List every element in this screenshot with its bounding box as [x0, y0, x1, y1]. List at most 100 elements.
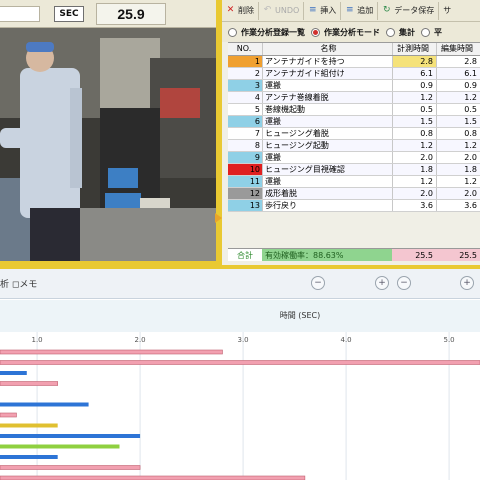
row-measured-time: 3.6	[392, 200, 436, 211]
total-measured-time: 25.5	[392, 248, 436, 261]
row-measured-time: 0.8	[392, 128, 436, 139]
table-row[interactable]: 1 アンテナガイドを持つ 2.8 2.8	[228, 56, 480, 68]
table-row[interactable]: 12 成形着脱 2.0 2.0	[228, 188, 480, 200]
timer-blank-field	[0, 6, 40, 22]
zoom-in-right-button[interactable]: +	[460, 276, 474, 290]
table-row[interactable]: 2 アンテナガイド組付け 6.1 6.1	[228, 68, 480, 80]
toolbar: ✕ 削除 ↶ UNDO ≡ 挿入 ≡ 追加 ↻ データ保存 サ	[222, 0, 480, 22]
total-label: 合計	[228, 248, 262, 261]
add-row-icon: ≡	[346, 5, 354, 15]
header-edited-time: 編集時間	[436, 43, 480, 55]
save-data-button[interactable]: ↻ データ保存	[378, 1, 440, 20]
table-header-row: NO. 名称 計測時間 編集時間	[228, 43, 480, 56]
row-name: ヒュージング起動	[262, 140, 392, 151]
header-name: 名称	[262, 43, 392, 55]
minus-icon: −	[314, 278, 322, 288]
bar[interactable]	[0, 381, 58, 386]
sec-unit-label: SEC	[54, 6, 84, 22]
radio-summary	[386, 27, 395, 37]
memo-toggle[interactable]: 析 ◻メモ	[0, 277, 37, 290]
bar[interactable]	[0, 434, 141, 438]
x-tick-label: 3.0	[238, 336, 249, 344]
undo-button-label: UNDO	[275, 6, 300, 15]
row-edited-time: 1.8	[436, 164, 480, 175]
row-edited-time: 0.9	[436, 80, 480, 91]
row-name: 運搬	[262, 152, 392, 163]
row-number: 13	[228, 200, 262, 211]
undo-button[interactable]: ↶ UNDO	[259, 1, 305, 20]
delete-button[interactable]: ✕ 削除	[222, 1, 259, 20]
bar[interactable]	[0, 402, 89, 407]
bar[interactable]	[0, 475, 306, 480]
bar[interactable]	[0, 423, 58, 428]
table-row[interactable]: 7 ヒュージング着脱 0.8 0.8	[228, 128, 480, 140]
table-body: 1 アンテナガイドを持つ 2.8 2.8 2 アンテナガイド組付け 6.1 6.1 3 運搬 0.9…	[228, 56, 480, 212]
bar[interactable]	[0, 455, 58, 459]
row-measured-time: 1.2	[392, 176, 436, 187]
row-number: 6	[228, 116, 262, 127]
bar[interactable]	[0, 412, 17, 418]
chart-controls-bar: 析 ◻メモ − + − +	[0, 269, 480, 299]
radio-list	[228, 27, 237, 37]
table-row[interactable]: 6 運搬 1.5 1.5	[228, 116, 480, 128]
row-number: 9	[228, 152, 262, 163]
row-edited-time: 2.0	[436, 152, 480, 163]
zoom-in-left-button[interactable]: +	[375, 276, 389, 290]
table-row[interactable]: 10 ヒュージング目視確認 1.8 1.8	[228, 164, 480, 176]
zoom-out-left-button[interactable]: −	[311, 276, 325, 290]
video-frame[interactable]	[0, 28, 216, 261]
row-edited-time: 1.2	[436, 140, 480, 151]
row-name: ヒュージング着脱	[262, 128, 392, 139]
bar[interactable]	[0, 465, 141, 470]
table-row[interactable]: 5 巻線機起動 0.5 0.5	[228, 104, 480, 116]
row-number: 8	[254, 141, 260, 150]
row-measured-time: 1.2	[392, 92, 436, 103]
insert-button[interactable]: ≡ 挿入	[304, 1, 342, 20]
row-name: 成形着脱	[262, 188, 392, 199]
row-measured-time: 6.1	[392, 68, 436, 79]
table-row[interactable]: 9 運搬 2.0 2.0	[228, 152, 480, 164]
time-bar-chart: 時間 (SEC) 1.0 2.0 3.0 4.0 5.0	[0, 300, 480, 480]
bar[interactable]	[0, 349, 223, 355]
row-name: 巻線機起動	[262, 104, 392, 115]
bar[interactable]	[0, 444, 120, 449]
table-row[interactable]: 8 ヒュージング起動 1.2 1.2	[228, 140, 480, 152]
mode-analysis-label: 作業分析モード	[324, 27, 380, 37]
plus-icon: +	[463, 278, 471, 288]
row-number: 10	[228, 164, 262, 175]
more-button-label: サ	[443, 6, 452, 15]
total-edited-time: 25.5	[436, 248, 480, 261]
add-button-label: 追加	[357, 6, 374, 15]
table-row[interactable]: 3 運搬 0.9 0.9	[228, 80, 480, 92]
mode-extra[interactable]: 平	[421, 27, 442, 38]
current-row-arrow-icon	[215, 213, 222, 223]
row-measured-time: 0.5	[392, 104, 436, 115]
header-no: NO.	[236, 44, 252, 53]
bar[interactable]	[0, 360, 480, 365]
bar[interactable]	[0, 371, 27, 375]
row-name: アンテナガイドを持つ	[262, 56, 392, 67]
add-button[interactable]: ≡ 追加	[341, 1, 379, 20]
row-edited-time: 1.2	[436, 176, 480, 187]
mode-extra-label: 平	[434, 27, 442, 37]
x-tick-label: 5.0	[444, 336, 455, 344]
row-measured-time: 2.0	[392, 188, 436, 199]
mode-list[interactable]: 作業分析登録一覧	[228, 27, 305, 38]
table-row[interactable]: 11 運搬 1.2 1.2	[228, 176, 480, 188]
zoom-out-right-button[interactable]: −	[397, 276, 411, 290]
mode-summary[interactable]: 集計	[386, 27, 415, 38]
timer-bar: SEC 25.9	[0, 0, 222, 28]
more-button[interactable]: サ	[439, 2, 455, 20]
x-tick-label: 4.0	[341, 336, 352, 344]
row-number: 12	[228, 188, 262, 199]
table-row[interactable]: 13 歩行戻り 3.6 3.6	[228, 200, 480, 212]
mode-analysis[interactable]: 作業分析モード	[311, 27, 380, 38]
row-measured-time: 1.5	[392, 116, 436, 127]
x-tick-label: 2.0	[135, 336, 146, 344]
app-window: SEC 25.9 ✕ 削除 ↶ UNDO ≡ 挿入 ≡ 追加 ↻ データ保存 サ…	[0, 0, 480, 480]
row-measured-time: 2.0	[392, 152, 436, 163]
row-name: アンテナ巻線着脱	[262, 92, 392, 103]
table-row[interactable]: 4 アンテナ巻線着脱 1.2 1.2	[228, 92, 480, 104]
row-name: 歩行戻り	[262, 200, 392, 211]
row-number: 1	[228, 56, 262, 67]
